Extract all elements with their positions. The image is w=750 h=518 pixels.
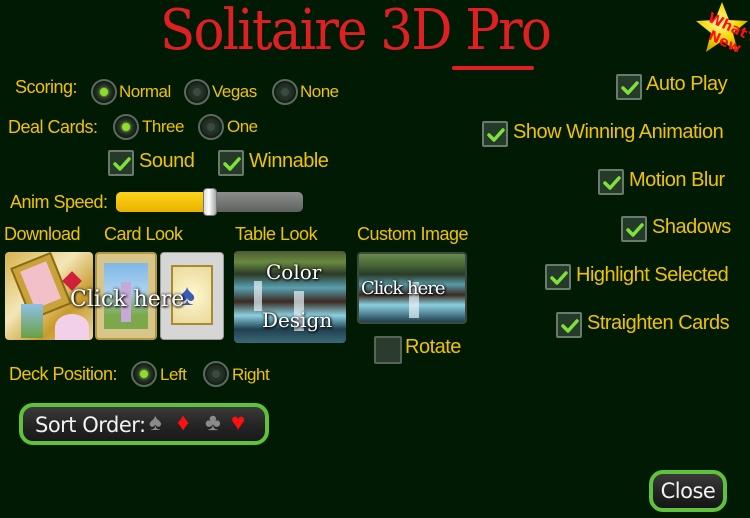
sort-order-button[interactable]: Sort Order: ♠ ♦ ♣ ♥ [19, 403, 269, 445]
deal-cards-label: Deal Cards: [8, 117, 98, 137]
check-icon [626, 223, 644, 237]
scoring-vegas-label[interactable]: Vegas [212, 82, 257, 102]
heart-icon: ♥ [231, 409, 246, 436]
deck-right-radio[interactable] [203, 361, 229, 387]
show-winning-animation-checkbox[interactable] [482, 121, 508, 147]
deck-right-label[interactable]: Right [232, 365, 270, 385]
table-look-design[interactable]: Design [262, 308, 332, 332]
club-icon: ♣ [205, 409, 221, 436]
winnable-label[interactable]: Winnable [249, 150, 329, 173]
whats-new-button[interactable]: What's New [684, 0, 750, 60]
sort-order-label: Sort Order: [35, 413, 146, 437]
motion-blur-label[interactable]: Motion Blur [629, 169, 725, 192]
check-icon [561, 319, 579, 333]
card-look-label: Card Look [104, 224, 183, 244]
check-icon [550, 271, 568, 285]
scoring-none-label[interactable]: None [300, 82, 339, 102]
deck-position-label: Deck Position: [9, 364, 118, 384]
title-underline [452, 66, 534, 70]
scoring-label: Scoring: [15, 77, 78, 97]
scoring-normal-radio[interactable] [91, 79, 117, 105]
table-look-label: Table Look [235, 224, 318, 244]
highlight-selected-label[interactable]: Highlight Selected [576, 264, 729, 287]
title-main: Solitaire 3D [160, 0, 466, 63]
check-icon [487, 128, 505, 142]
motion-blur-checkbox[interactable] [598, 169, 624, 195]
deal-three-label[interactable]: Three [142, 117, 184, 137]
check-icon [603, 176, 621, 190]
deal-one-radio[interactable] [198, 114, 224, 140]
deal-three-radio[interactable] [113, 114, 139, 140]
straighten-cards-label[interactable]: Straighten Cards [587, 312, 730, 335]
check-icon [621, 81, 639, 95]
star-icon: What's New [696, 2, 750, 57]
scoring-none-radio[interactable] [272, 79, 298, 105]
app-title: Solitaire 3D Pro [160, 0, 552, 63]
deck-left-label[interactable]: Left [160, 365, 187, 385]
auto-play-label[interactable]: Auto Play [646, 73, 728, 96]
title-accent: Pro [465, 0, 552, 63]
scoring-vegas-radio[interactable] [184, 79, 210, 105]
custom-image-overlay[interactable]: Click here [361, 278, 445, 299]
custom-image-label: Custom Image [357, 224, 469, 244]
scoring-normal-label[interactable]: Normal [119, 82, 171, 102]
shadows-label[interactable]: Shadows [652, 216, 731, 239]
deck-left-radio[interactable] [131, 361, 157, 387]
slider-thumb[interactable] [203, 188, 217, 216]
table-look-color[interactable]: Color [266, 260, 321, 284]
close-button[interactable]: Close [649, 470, 727, 512]
sound-checkbox[interactable] [108, 150, 134, 176]
download-label[interactable]: Download [4, 224, 81, 245]
slider-fill [116, 192, 210, 212]
rotate-checkbox[interactable] [374, 336, 402, 364]
highlight-selected-checkbox[interactable] [545, 264, 571, 290]
winnable-checkbox[interactable] [218, 150, 244, 176]
check-icon [223, 157, 241, 171]
sound-label[interactable]: Sound [139, 150, 195, 173]
auto-play-checkbox[interactable] [616, 74, 642, 100]
rotate-label[interactable]: Rotate [405, 336, 461, 359]
check-icon [113, 157, 131, 171]
shadows-checkbox[interactable] [621, 216, 647, 242]
show-winning-animation-label[interactable]: Show Winning Animation [513, 121, 724, 144]
straighten-cards-checkbox[interactable] [556, 312, 582, 338]
anim-speed-label: Anim Speed: [10, 192, 108, 212]
spade-icon: ♠ [149, 409, 162, 436]
card-look-overlay[interactable]: Click here [70, 287, 184, 312]
deal-one-label[interactable]: One [227, 117, 258, 137]
diamond-icon: ♦ [177, 409, 190, 436]
